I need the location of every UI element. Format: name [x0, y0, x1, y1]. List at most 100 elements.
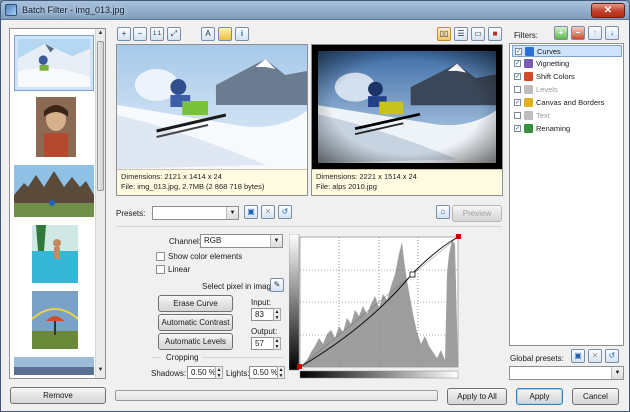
shadows-field[interactable]: 0.50 % — [187, 366, 217, 379]
close-icon[interactable]: ✕ — [591, 3, 625, 18]
chevron-down-icon: ▼ — [611, 367, 623, 379]
compare-icon[interactable]: ⌂ — [436, 205, 450, 219]
curve-graph[interactable] — [289, 234, 465, 380]
original-file: File: img_013.jpg, 2.7MB (2 868 718 byte… — [121, 182, 265, 191]
input-label: Input: — [251, 298, 272, 307]
shadows-spinner[interactable]: ▲ ▼ — [215, 366, 223, 379]
automatic-contrast-button[interactable]: Automatic Contrast — [158, 314, 233, 331]
filters-label: Filters: — [514, 31, 538, 40]
apply-button[interactable]: Apply — [516, 388, 563, 405]
result-dimensions: Dimensions: 2221 x 1514 x 24 — [316, 172, 417, 181]
filter-checkbox[interactable] — [514, 86, 521, 93]
eyedropper-icon[interactable]: ✎ — [270, 278, 284, 292]
output-spinner[interactable]: ▲ ▼ — [273, 337, 281, 350]
side-by-side-icon[interactable]: ▯▯ — [437, 27, 451, 41]
levels-icon — [524, 85, 533, 94]
result-file: File: alps 2010.jpg — [316, 182, 377, 191]
filter-checkbox[interactable]: ✓ — [515, 48, 522, 55]
filter-checkbox[interactable]: ✓ — [514, 125, 521, 132]
zoom-in-icon[interactable]: + — [117, 27, 131, 41]
thumbnail-temple[interactable] — [14, 165, 94, 217]
reset-preset-icon[interactable]: ↺ — [278, 205, 292, 219]
lights-field[interactable]: 0.50 % — [249, 366, 279, 379]
filter-item-vignetting[interactable]: ✓ Vignetting — [512, 58, 622, 70]
divider — [116, 226, 502, 227]
scroll-thumb[interactable] — [97, 41, 104, 191]
global-presets-label: Global presets: — [510, 354, 564, 363]
filter-checkbox[interactable] — [514, 112, 521, 119]
app-icon — [5, 4, 17, 16]
thumbnail-scrollbar[interactable]: ▲ ▼ — [95, 29, 105, 378]
chevron-down-icon: ▼ — [270, 235, 282, 247]
move-down-icon[interactable]: ↓ — [605, 26, 619, 40]
reset-global-preset-icon[interactable]: ↺ — [605, 349, 619, 363]
lights-label: Lights: — [226, 369, 250, 378]
lights-spinner[interactable]: ▲ ▼ — [277, 366, 285, 379]
text-view-icon[interactable]: A — [201, 27, 215, 41]
linear-checkbox[interactable] — [156, 265, 165, 274]
folder-icon[interactable] — [218, 27, 232, 41]
original-preview[interactable]: Dimensions: 2121 x 1414 x 24 File: img_0… — [116, 44, 308, 196]
thumbnail-pool[interactable] — [32, 225, 78, 283]
text-icon — [524, 111, 533, 120]
filter-item-levels[interactable]: Levels — [512, 84, 622, 96]
chevron-down-icon: ▼ — [226, 207, 238, 219]
actual-size-icon[interactable]: 1:1 — [150, 27, 164, 41]
curve-endpoint-low[interactable] — [297, 364, 302, 369]
filter-checkbox[interactable]: ✓ — [514, 73, 521, 80]
delete-preset-icon[interactable]: ✕ — [261, 205, 275, 219]
cancel-button[interactable]: Cancel — [572, 388, 619, 405]
input-spinner[interactable]: ▲ ▼ — [273, 308, 281, 321]
thumbnail-umbrella[interactable] — [31, 291, 79, 349]
filter-item-renaming[interactable]: ✓ Renaming — [512, 123, 622, 135]
presets-label: Presets: — [116, 209, 146, 218]
filter-checkbox[interactable]: ✓ — [514, 60, 521, 67]
preview-button[interactable]: Preview — [452, 205, 502, 222]
thumbnail-list[interactable]: ▲ ▼ — [9, 28, 106, 379]
thumbnail-img-013[interactable] — [14, 35, 94, 91]
save-global-preset-icon[interactable]: ▣ — [571, 349, 585, 363]
filter-item-curves[interactable]: ✓ Curves — [512, 45, 622, 57]
split-horizontal-icon[interactable]: ☰ — [454, 27, 468, 41]
scroll-up-icon[interactable]: ▲ — [96, 30, 105, 40]
curve-endpoint-high[interactable] — [456, 234, 461, 239]
thumbnail-child[interactable] — [36, 97, 76, 157]
scroll-down-icon[interactable]: ▼ — [96, 367, 105, 377]
channel-select[interactable]: RGB ▼ — [200, 234, 283, 248]
filters-list[interactable]: ✓ Curves ✓ Vignetting ✓ Shift Colors Lev… — [509, 43, 624, 346]
batch-filter-window: Batch Filter - img_013.jpg ✕ ▲ ▼ + − 1:1… — [0, 0, 630, 412]
remove-button[interactable]: Remove — [10, 387, 106, 404]
progress-bar — [115, 390, 438, 401]
filter-item-shift-colors[interactable]: ✓ Shift Colors — [512, 71, 622, 83]
move-up-icon[interactable]: ↑ — [588, 26, 602, 40]
presets-select[interactable]: ▼ — [152, 206, 239, 220]
result-preview[interactable]: Dimensions: 2221 x 1514 x 24 File: alps … — [311, 44, 503, 196]
save-preset-icon[interactable]: ▣ — [244, 205, 258, 219]
filter-item-canvas-and-borders[interactable]: ✓ Canvas and Borders — [512, 97, 622, 109]
cropping-divider-left — [151, 357, 161, 358]
remove-filter-icon[interactable]: − — [571, 26, 585, 40]
add-filter-icon[interactable]: + — [554, 26, 568, 40]
renaming-icon — [524, 124, 533, 133]
curve-point[interactable] — [409, 271, 416, 278]
erase-curve-button[interactable]: Erase Curve — [158, 295, 233, 312]
stop-icon[interactable]: ■ — [488, 27, 502, 41]
fit-icon[interactable]: ⤢ — [167, 27, 181, 41]
info-icon[interactable]: i — [235, 27, 249, 41]
filter-item-text[interactable]: Text — [512, 110, 622, 122]
shadows-label: Shadows: — [151, 369, 187, 378]
thumbnail-partial[interactable] — [14, 357, 94, 375]
single-view-icon[interactable]: ▭ — [471, 27, 485, 41]
delete-global-preset-icon[interactable]: ✕ — [588, 349, 602, 363]
filter-checkbox[interactable]: ✓ — [514, 99, 521, 106]
cropping-label: Cropping — [166, 353, 199, 362]
zoom-out-icon[interactable]: − — [133, 27, 147, 41]
global-presets-select[interactable]: ▼ — [509, 366, 624, 380]
apply-to-all-button[interactable]: Apply to All — [447, 388, 507, 405]
window-title: Batch Filter - img_013.jpg — [22, 5, 125, 15]
vignetting-icon — [524, 59, 533, 68]
original-photo — [117, 45, 307, 169]
result-photo — [318, 51, 496, 163]
automatic-levels-button[interactable]: Automatic Levels — [158, 333, 233, 350]
show-color-elements-checkbox[interactable] — [156, 252, 165, 261]
